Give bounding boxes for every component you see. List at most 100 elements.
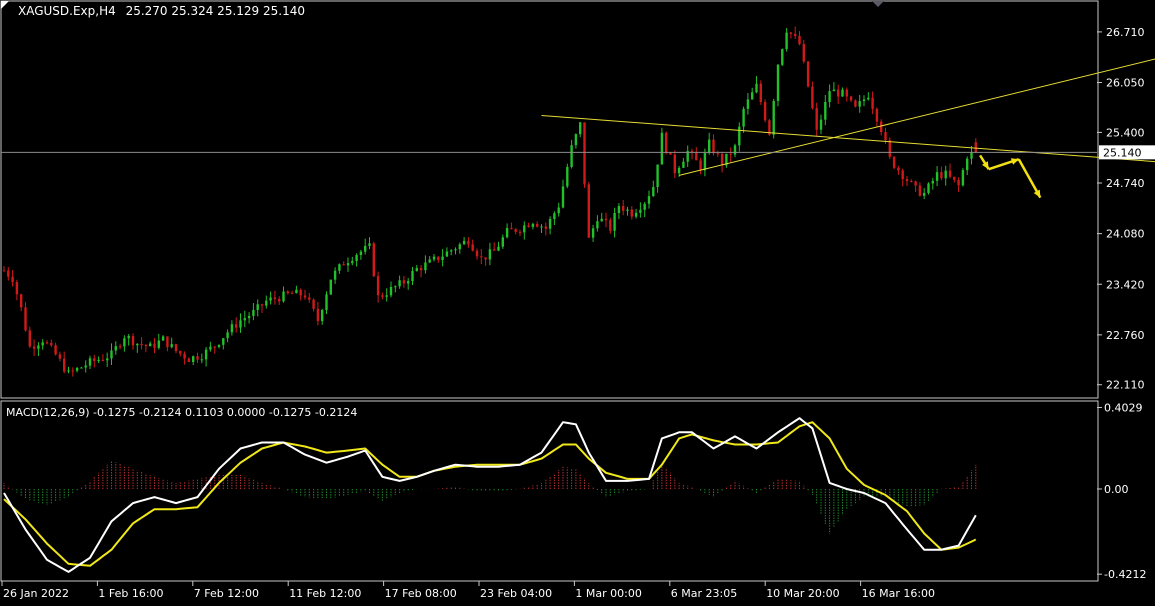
candle-body (940, 172, 942, 178)
candle-body (712, 140, 714, 154)
candle-body (3, 270, 5, 271)
candle-body (132, 336, 134, 345)
candle-body (532, 224, 534, 227)
time-axis-label: 11 Feb 12:00 (289, 587, 361, 600)
candle-body (837, 90, 839, 97)
candle-body (386, 295, 388, 296)
candle-body (85, 366, 87, 368)
candle-body (820, 120, 822, 130)
candle-body (278, 299, 280, 301)
candle-body (235, 324, 237, 327)
candle-body (682, 162, 684, 168)
candle-body (89, 358, 91, 365)
candle-body (407, 281, 409, 283)
candle-body (398, 280, 400, 286)
candle-body (699, 160, 701, 170)
candle-body (304, 296, 306, 298)
candle-body (871, 98, 873, 109)
candle-body (175, 344, 177, 351)
candle-body (97, 360, 99, 361)
macd-axis-label: -0.4212 (1104, 568, 1146, 581)
macd-title: MACD(12,26,9) -0.1275 -0.2124 0.1103 0.0… (6, 406, 357, 419)
candle-body (678, 168, 680, 173)
candle-body (579, 122, 581, 134)
candle-body (218, 345, 220, 347)
candle-body (300, 290, 302, 296)
candle-body (67, 370, 69, 371)
candle-body (459, 244, 461, 249)
candle-body (846, 90, 848, 97)
candle-body (166, 336, 168, 347)
candle-body (884, 132, 886, 140)
candle-body (295, 290, 297, 293)
candle-body (282, 291, 284, 301)
candle-body (704, 153, 706, 170)
current-price-badge-label: 25.140 (1103, 146, 1142, 159)
candle-body (171, 344, 173, 347)
candle-body (867, 98, 869, 100)
chart-canvas[interactable]: 22.11022.76023.42024.08024.74025.40026.0… (0, 0, 1155, 602)
candle-body (33, 347, 35, 349)
candle-body (11, 277, 13, 282)
candle-body (622, 206, 624, 211)
candle-body (919, 186, 921, 196)
candle-body (80, 368, 82, 369)
candle-body (510, 228, 512, 229)
candle-body (110, 351, 112, 359)
candle-body (695, 153, 697, 161)
candle-body (441, 257, 443, 261)
price-axis-label: 26.710 (1106, 26, 1145, 39)
candle-body (201, 359, 203, 360)
price-axis-label: 25.400 (1106, 126, 1145, 139)
candle-body (411, 271, 413, 281)
candle-body (312, 300, 314, 309)
candle-body (644, 204, 646, 210)
candle-body (773, 101, 775, 135)
candle-body (536, 224, 538, 227)
trading-chart[interactable]: 22.11022.76023.42024.08024.74025.40026.0… (0, 0, 1155, 602)
candle-body (755, 84, 757, 93)
candle-body (545, 227, 547, 229)
candle-body (433, 257, 435, 260)
candle-body (502, 237, 504, 246)
candle-body (343, 264, 345, 265)
macd-axis-label: 0.00 (1104, 483, 1129, 496)
price-axis-label: 24.080 (1106, 228, 1145, 241)
candle-body (897, 168, 899, 171)
candle-body (553, 213, 555, 219)
candle-body (37, 346, 39, 349)
candle-body (665, 133, 667, 152)
candle-body (54, 345, 56, 354)
candle-body (493, 249, 495, 250)
candle-body (330, 280, 332, 295)
candle-body (29, 330, 31, 346)
price-axis-label: 23.420 (1106, 278, 1145, 291)
candle-body (876, 109, 878, 122)
candle-body (811, 87, 813, 109)
candle-body (420, 268, 422, 270)
candle-body (153, 343, 155, 347)
candle-body (162, 336, 164, 340)
candle-body (429, 259, 431, 262)
candle-body (880, 122, 882, 132)
candle-body (136, 344, 138, 345)
candle-body (390, 287, 392, 295)
candle-body (454, 249, 456, 250)
candle-body (592, 228, 594, 237)
candle-body (287, 291, 289, 293)
candle-body (717, 153, 719, 154)
candle-body (889, 140, 891, 157)
symbol-title: XAGUSD.Exp,H4 25.270 25.324 25.129 25.14… (18, 4, 305, 18)
candle-body (467, 241, 469, 245)
candle-body (497, 247, 499, 251)
candle-body (377, 276, 379, 295)
candle-body (334, 271, 336, 280)
candle-body (738, 127, 740, 146)
candle-body (549, 219, 551, 229)
candle-body (257, 304, 259, 310)
candle-body (231, 324, 233, 332)
symbol-label: XAGUSD.Exp,H4 (18, 4, 116, 18)
candle-body (480, 256, 482, 257)
candle-body (957, 180, 959, 185)
candle-body (424, 262, 426, 270)
